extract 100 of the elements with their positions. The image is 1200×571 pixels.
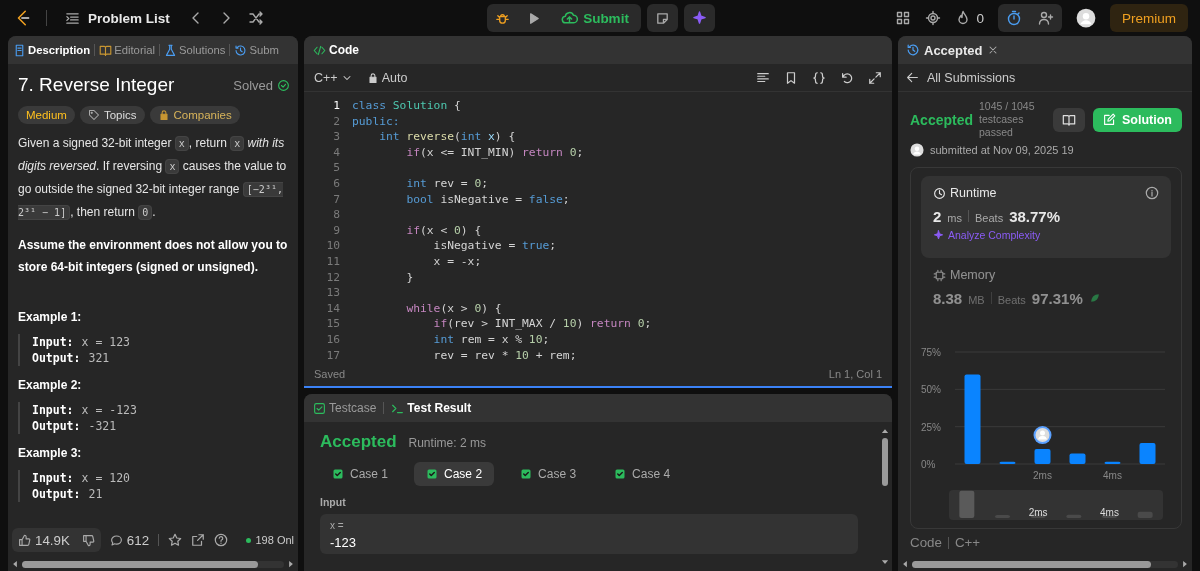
- panel-tab[interactable]: Solutions: [163, 41, 227, 59]
- ai-button[interactable]: [683, 4, 715, 32]
- panel-tab[interactable]: Editorial: [98, 41, 156, 59]
- constraint-note: Assume the environment does not allow you to store 64-bit integers (signed or unsigned).: [18, 237, 289, 276]
- grid-icon[interactable]: [895, 10, 912, 26]
- chart-bar: [1069, 453, 1086, 464]
- metric-panel[interactable]: Memory 8.38 MB Beats 97.31%: [921, 258, 1171, 340]
- braces-icon[interactable]: [812, 70, 826, 85]
- code-line: int reverse(int x) {: [378, 129, 516, 145]
- range-label: 2ms: [1028, 507, 1048, 518]
- history-icon: [906, 43, 920, 57]
- panel-tab[interactable]: Subm: [233, 41, 280, 59]
- example-output-text: Output: 21: [32, 486, 104, 502]
- streak-count: 0: [976, 10, 984, 26]
- note-button[interactable]: [646, 4, 678, 32]
- variable-label: x =: [330, 520, 345, 531]
- online-dot: [246, 537, 252, 543]
- code-line: class Solution {: [352, 98, 461, 114]
- beats-percent: 97.31%: [1031, 290, 1083, 307]
- submitted-time: submitted at Nov 09, 2025 19: [930, 144, 1074, 156]
- range-selector[interactable]: 2ms 4ms: [949, 490, 1163, 520]
- metric-panel[interactable]: Runtime 2 ms Beats 38.77% Analyze Complexity: [921, 176, 1171, 258]
- all-submissions-link[interactable]: All Submissions: [898, 64, 1192, 92]
- verdict-label: Accepted: [320, 432, 397, 452]
- case-tab[interactable]: Case 2: [414, 462, 495, 486]
- code-line: while(x > 0) {: [405, 300, 502, 317]
- timer-icon: [1006, 10, 1022, 26]
- example-heading: Example 3:: [18, 446, 83, 460]
- example-output-text: Output: 321: [32, 350, 111, 366]
- range-label: 4ms: [1100, 507, 1119, 518]
- bookmark-icon[interactable]: [784, 70, 798, 85]
- help-icon[interactable]: [214, 533, 229, 547]
- x-axis-label: 2ms: [1033, 470, 1052, 481]
- panel-title: Code: [329, 43, 359, 57]
- example-input-text: Input: x = -123: [32, 402, 138, 418]
- checkbox-icon: [313, 401, 326, 415]
- user-plus-icon: [1038, 10, 1054, 26]
- solved-label: Solved: [233, 77, 273, 93]
- y-axis-label: 0%: [921, 459, 936, 470]
- code-line: }: [405, 269, 414, 286]
- beats-percent: 38.77%: [1009, 208, 1061, 225]
- panel-tab[interactable]: Testcase: [312, 399, 378, 417]
- clock-icon: [933, 186, 946, 200]
- edit-icon: [1103, 113, 1116, 126]
- metric-label: Memory: [950, 268, 996, 282]
- panel-tab[interactable]: Test Result: [390, 399, 473, 417]
- comments-button[interactable]: 612: [109, 532, 150, 548]
- cloud-upload-icon: [561, 9, 579, 27]
- case-tab[interactable]: Case 3: [508, 462, 589, 486]
- tag-chip[interactable]: Companies: [149, 106, 240, 124]
- y-axis-label: 25%: [921, 421, 941, 433]
- language-dropdown[interactable]: C++: [314, 70, 353, 85]
- expand-icon[interactable]: [868, 70, 882, 85]
- panel-tab[interactable]: Description: [12, 41, 92, 59]
- info-icon[interactable]: [1145, 186, 1159, 200]
- line-number: 7: [332, 191, 341, 208]
- scrollbar[interactable]: [22, 560, 284, 568]
- line-number: 4: [332, 144, 341, 161]
- tag-chip[interactable]: Medium: [18, 106, 75, 124]
- format-icon[interactable]: [756, 70, 770, 85]
- beats-label: Beats: [997, 294, 1026, 306]
- comment-icon: [109, 533, 123, 547]
- testcase-label: testcases passed: [979, 113, 1025, 139]
- footer-tab[interactable]: C++: [954, 535, 981, 550]
- settings-icon[interactable]: [925, 10, 942, 26]
- share-icon[interactable]: [191, 533, 206, 547]
- testcase-count: 1045 / 1045: [979, 100, 1036, 113]
- variable-value: -123: [330, 535, 358, 550]
- lock-icon: [157, 109, 170, 121]
- avatar-icon[interactable]: [1076, 8, 1096, 28]
- example-input-text: Input: x = 123: [32, 334, 131, 350]
- undo-icon[interactable]: [840, 70, 854, 85]
- tag-chip[interactable]: Topics: [79, 106, 145, 124]
- mode-label: Auto: [381, 70, 408, 85]
- example-heading: Example 1:: [18, 310, 83, 324]
- code-line: if(rev > INT_MAX / 10) return 0;: [432, 316, 652, 332]
- document-icon: [13, 43, 26, 57]
- y-axis-label: 50%: [921, 384, 941, 396]
- problem-list-button[interactable]: Problem List: [61, 6, 174, 30]
- chart-bar: [1104, 461, 1121, 464]
- tag-icon: [87, 109, 100, 121]
- scrollbar[interactable]: [912, 560, 1178, 568]
- metric-unit: MB: [968, 294, 985, 306]
- line-number: 16: [325, 331, 341, 348]
- shuffle-icon[interactable]: [247, 10, 264, 26]
- editorial-button[interactable]: [1053, 107, 1085, 132]
- premium-button[interactable]: Premium: [1110, 4, 1188, 32]
- list-icon: [65, 10, 80, 26]
- star-icon[interactable]: [168, 533, 183, 547]
- y-axis-label: 75%: [921, 347, 941, 358]
- case-tab[interactable]: Case 1: [320, 462, 401, 486]
- case-tab[interactable]: Case 4: [602, 462, 683, 486]
- user-marker-icon: [1033, 426, 1052, 445]
- line-number: 14: [325, 300, 341, 317]
- chart-bar: [1139, 443, 1156, 464]
- code-line: int rev = 0;: [405, 175, 489, 192]
- footer-tab[interactable]: Code: [910, 535, 942, 550]
- line-number: 2: [332, 113, 341, 130]
- code-icon: [313, 43, 326, 57]
- line-number: 11: [325, 253, 341, 270]
